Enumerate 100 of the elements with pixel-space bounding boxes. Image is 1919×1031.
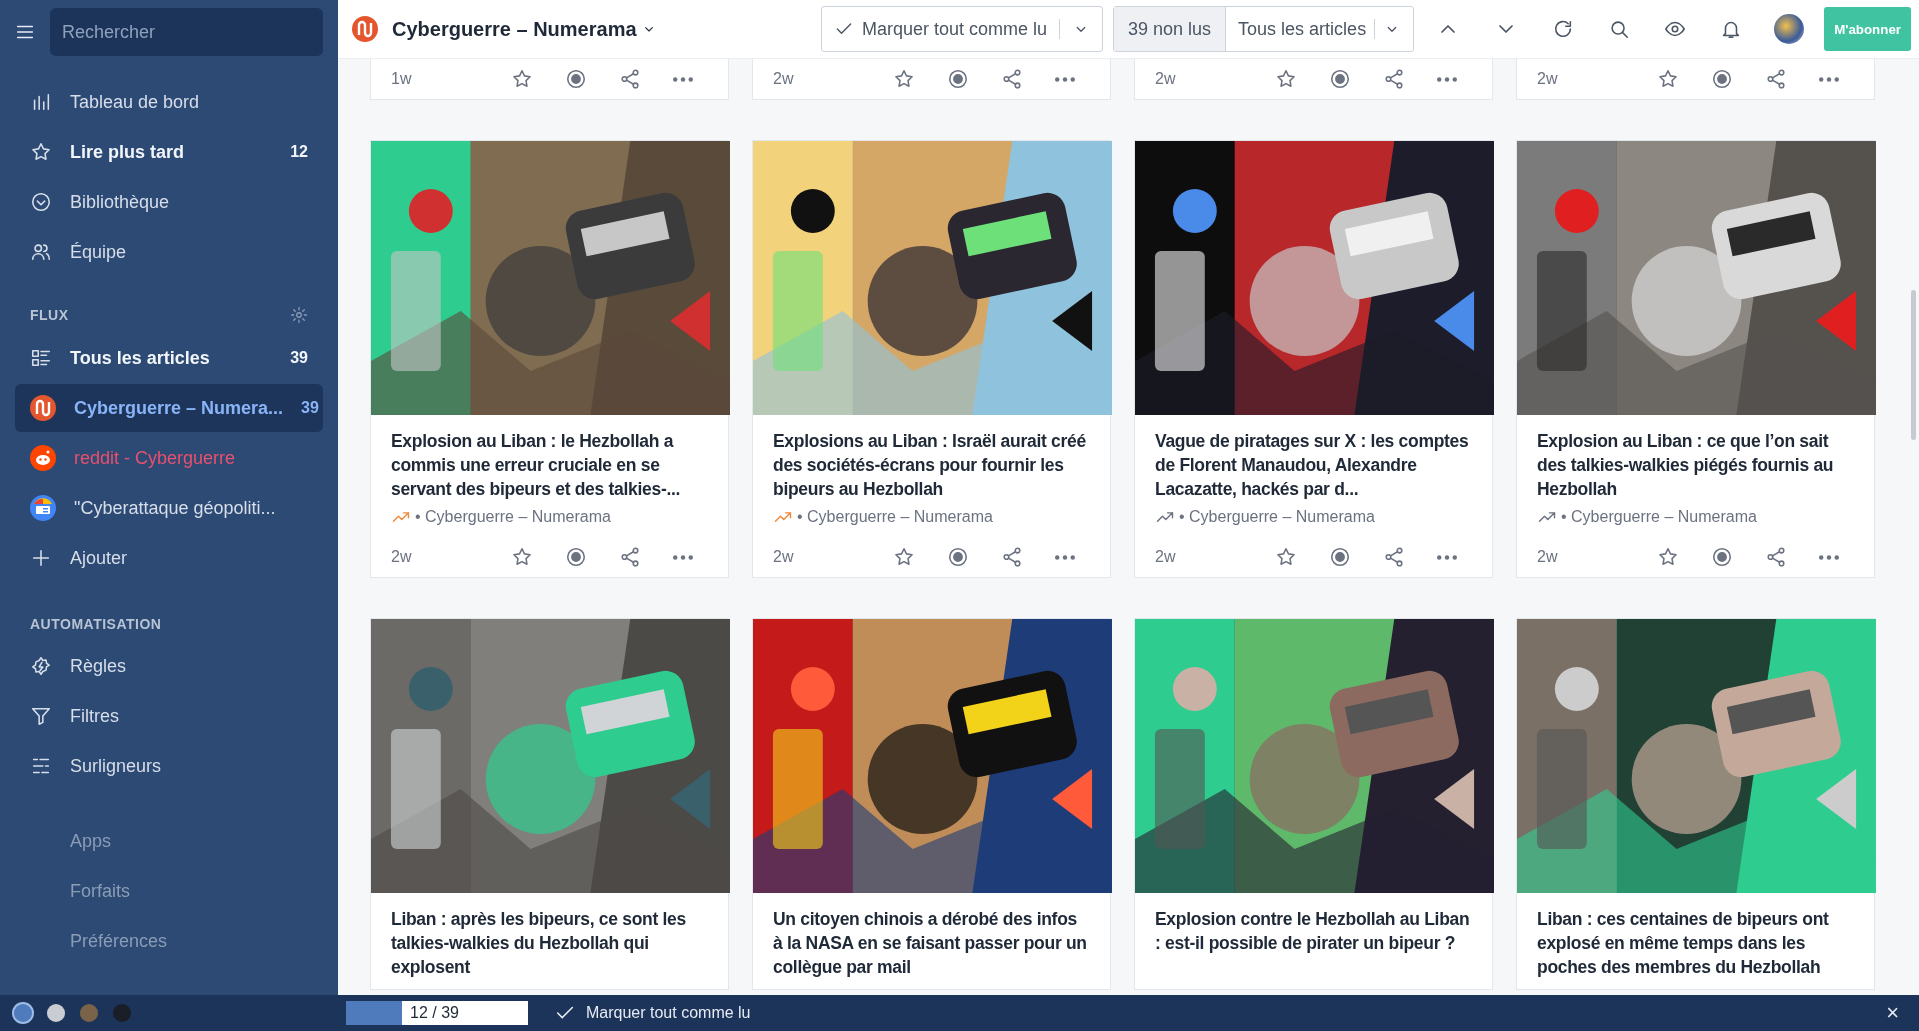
article-card[interactable]: Explosion au Liban : ce que l’on sait des talkies-walkies piégés fournis au Hezbollah • Cyberguerre – Numerama 2w — [1516, 140, 1875, 578]
article-title[interactable]: Liban : ces centaines de bipeurs ont explosé en même temps dans les poches des membres du Hezbollah — [1537, 907, 1854, 979]
radio-icon — [565, 68, 587, 90]
list-icon — [30, 347, 52, 369]
search-field[interactable]: Rechercher — [50, 8, 323, 56]
sidebar-item[interactable]: Règles — [15, 642, 323, 690]
settings-button[interactable] — [290, 306, 308, 324]
article-card[interactable]: 2w — [1516, 59, 1875, 100]
filter-icon — [30, 705, 52, 727]
share-icon — [619, 546, 641, 568]
share-button[interactable] — [619, 68, 641, 90]
star-button[interactable] — [893, 68, 915, 90]
article-title[interactable]: Explosion contre le Hezbollah au Liban : est-il possible de pirater un bipeur ? — [1155, 907, 1472, 979]
dots-icon — [1055, 76, 1075, 82]
article-title[interactable]: Explosion au Liban : ce que l’on sait des talkies-walkies piégés fournis au Hezbollah — [1537, 429, 1854, 501]
sidebar-item[interactable]: Équipe — [15, 228, 323, 276]
sidebar-item[interactable]: Tableau de bord — [15, 78, 323, 126]
star-button[interactable] — [893, 546, 915, 568]
share-button[interactable] — [1383, 546, 1405, 568]
radio-icon — [1329, 68, 1351, 90]
star-icon — [1657, 68, 1679, 90]
theme-swatch[interactable] — [14, 1004, 32, 1022]
theme-swatch[interactable] — [80, 1004, 98, 1022]
star-button[interactable] — [511, 68, 533, 90]
article-card[interactable]: Un citoyen chinois a dérobé des infos à la NASA en se faisant passer pour un collègue par mail — [752, 618, 1111, 990]
star-icon — [1275, 68, 1297, 90]
article-age: 2w — [1537, 70, 1559, 88]
sidebar-item[interactable]: Filtres — [15, 692, 323, 740]
sidebar-item[interactable]: Bibliothèque — [15, 178, 323, 226]
robot-logo-icon — [30, 445, 56, 471]
avatar[interactable] — [1774, 14, 1805, 44]
read-toggle[interactable] — [1329, 546, 1351, 568]
article-card[interactable]: 2w — [1134, 59, 1493, 100]
read-toggle[interactable] — [1711, 68, 1733, 90]
feed-item[interactable]: Ajouter — [15, 534, 323, 582]
star-icon — [511, 546, 533, 568]
sidebar-item[interactable]: Surligneurs — [15, 742, 323, 790]
share-button[interactable] — [1765, 546, 1787, 568]
article-title[interactable]: Explosions au Liban : Israël aurait créé des sociétés-écrans pour fournir les bipeurs au Hezbollah — [773, 429, 1090, 501]
radio-icon — [947, 546, 969, 568]
star-icon — [30, 141, 52, 163]
feed-item[interactable]: Cyberguerre – Numera... 39 — [15, 384, 323, 432]
dots-icon — [1819, 554, 1839, 560]
share-icon — [1383, 546, 1405, 568]
dots-icon — [1437, 554, 1457, 560]
share-button[interactable] — [619, 546, 641, 568]
article-source: • Cyberguerre – Numerama — [415, 508, 611, 526]
scrollbar[interactable] — [1911, 290, 1916, 440]
article-title[interactable]: Un citoyen chinois a dérobé des infos à la NASA en se faisant passer pour un collègue par mail — [773, 907, 1090, 979]
star-button[interactable] — [1657, 68, 1679, 90]
article-title[interactable]: Liban : après les bipeurs, ce sont les talkies-walkies du Hezbollah qui explosent — [391, 907, 708, 979]
article-title[interactable]: Explosion au Liban : le Hezbollah a commis une erreur cruciale en se servant des bipeurs et des talkies-... — [391, 429, 708, 501]
share-icon — [1765, 546, 1787, 568]
share-button[interactable] — [1001, 546, 1023, 568]
sidebar-item[interactable]: Lire plus tard 12 — [15, 128, 323, 176]
read-toggle[interactable] — [947, 546, 969, 568]
feed-title-dropdown[interactable]: Cyberguerre – Numerama — [392, 17, 657, 41]
radio-icon — [947, 68, 969, 90]
article-age: 1w — [391, 70, 413, 88]
article-card[interactable]: Vague de piratages sur X : les comptes de Florent Manaudou, Alexandre Lacazatte, hackés par d... • Cyberguerre – Numerama 2w — [1134, 140, 1493, 578]
filter-dropdown[interactable]: Tous les articles — [1226, 7, 1414, 51]
feed-item[interactable]: "Cyberattaque géopoliti... — [15, 484, 323, 532]
theme-swatch[interactable] — [113, 1004, 131, 1022]
article-card[interactable]: 2w — [752, 59, 1111, 100]
star-button[interactable] — [1275, 546, 1297, 568]
share-button[interactable] — [1001, 68, 1023, 90]
article-age: 2w — [1155, 548, 1177, 566]
article-source: • Cyberguerre – Numerama — [1179, 508, 1375, 526]
article-card[interactable]: 1w — [370, 59, 729, 100]
progress-text: 12 / 39 — [410, 1004, 459, 1022]
article-card[interactable]: Explosions au Liban : Israël aurait créé des sociétés-écrans pour fournir les bipeurs au Hezbollah • Cyberguerre – Numerama 2w — [752, 140, 1111, 578]
share-button[interactable] — [1383, 68, 1405, 90]
share-icon — [1383, 68, 1405, 90]
check-circle-icon — [30, 191, 52, 213]
star-button[interactable] — [1657, 546, 1679, 568]
share-icon — [1765, 68, 1787, 90]
star-icon — [893, 546, 915, 568]
read-toggle[interactable] — [565, 68, 587, 90]
radio-icon — [1711, 546, 1733, 568]
feed-item[interactable]: Tous les articles 39 — [15, 334, 323, 382]
read-toggle[interactable] — [565, 546, 587, 568]
article-card[interactable]: Liban : ces centaines de bipeurs ont explosé en même temps dans les poches des membres du Hezbollah — [1516, 618, 1875, 990]
gear-bolt-icon — [30, 655, 52, 677]
read-toggle[interactable] — [947, 68, 969, 90]
read-toggle[interactable] — [1329, 68, 1351, 90]
read-toggle[interactable] — [1711, 546, 1733, 568]
people-icon — [30, 241, 52, 263]
theme-swatch[interactable] — [47, 1004, 65, 1022]
share-icon — [619, 68, 641, 90]
radio-icon — [1711, 68, 1733, 90]
star-button[interactable] — [1275, 68, 1297, 90]
article-card[interactable]: Liban : après les bipeurs, ce sont les talkies-walkies du Hezbollah qui explosent — [370, 618, 729, 990]
share-button[interactable] — [1765, 68, 1787, 90]
article-title[interactable]: Vague de piratages sur X : les comptes de Florent Manaudou, Alexandre Lacazatte, hackés par d... — [1155, 429, 1472, 501]
article-card[interactable]: Explosion au Liban : le Hezbollah a commis une erreur cruciale en se servant des bipeurs et des talkies-... • Cyberguerre – Numerama 2w — [370, 140, 729, 578]
article-card[interactable]: Explosion contre le Hezbollah au Liban : est-il possible de pirater un bipeur ? — [1134, 618, 1493, 990]
article-source: • Cyberguerre – Numerama — [797, 508, 993, 526]
star-button[interactable] — [511, 546, 533, 568]
mark-all-read-button[interactable]: Marquer tout comme lu — [548, 1001, 757, 1025]
close-button[interactable]: × — [1880, 999, 1905, 1027]
